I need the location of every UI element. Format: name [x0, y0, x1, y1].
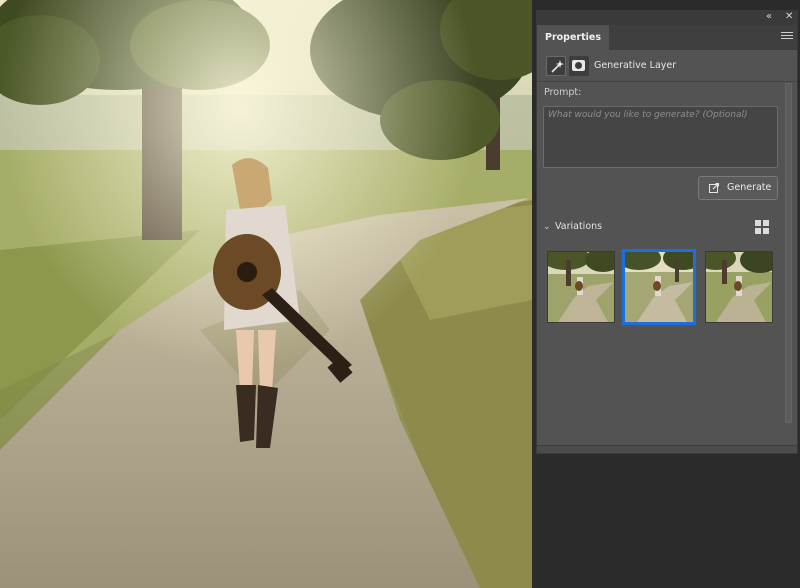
prompt-label: Prompt: [544, 87, 582, 98]
variations-label: Variations [555, 221, 603, 232]
grid-view-icon[interactable] [754, 219, 770, 235]
tab-properties[interactable]: Properties [537, 25, 609, 50]
dock-title-bar [536, 10, 798, 24]
generate-icon [709, 183, 719, 193]
generative-sparkle-icon [546, 56, 566, 76]
double-chevron-left-icon[interactable]: « [766, 10, 772, 24]
properties-panel: Properties Generative Layer Prompt: What… [536, 24, 798, 454]
photoshop-workspace: « ✕ Properties Generative Layer Prompt: [0, 0, 800, 588]
variation-thumbnail-1[interactable] [547, 251, 615, 323]
prompt-input[interactable] [543, 106, 778, 168]
document-canvas[interactable] [0, 0, 532, 588]
close-icon[interactable]: ✕ [785, 10, 793, 24]
layer-mask-icon [569, 56, 589, 76]
canvas-photo [0, 0, 532, 588]
layer-info-row: Generative Layer [537, 50, 797, 82]
panel-tab-bar: Properties [537, 25, 797, 50]
panel-scrollbar[interactable] [785, 83, 792, 423]
chevron-down-icon[interactable]: ⌄ [543, 222, 551, 232]
layer-name: Generative Layer [594, 60, 677, 71]
generate-button[interactable]: Generate [698, 176, 778, 200]
panel-resize-handle[interactable] [537, 445, 797, 453]
variations-header[interactable]: ⌄ Variations [537, 218, 797, 238]
variation-thumbnail-2[interactable] [622, 249, 696, 325]
hamburger-menu-icon[interactable] [781, 30, 793, 42]
generate-label: Generate [727, 182, 772, 193]
variation-thumbnail-3[interactable] [705, 251, 773, 323]
